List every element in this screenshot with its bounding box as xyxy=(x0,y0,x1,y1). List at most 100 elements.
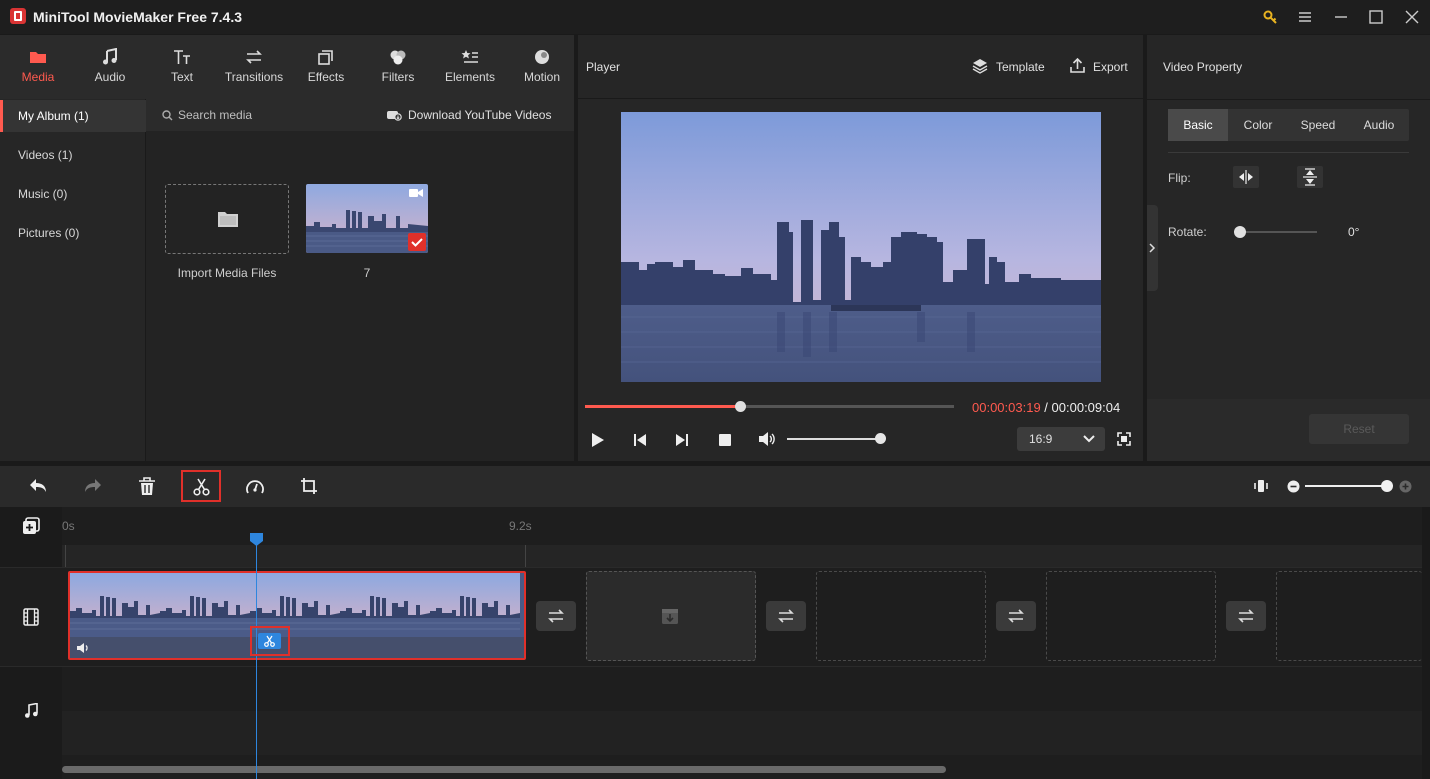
video-type-icon xyxy=(409,188,423,198)
export-button[interactable]: Export xyxy=(1093,60,1128,74)
timeline-toolbar xyxy=(0,466,1430,507)
app-logo-icon xyxy=(10,8,26,24)
redo-icon[interactable] xyxy=(83,477,103,495)
album-item-pictures[interactable]: Pictures (0) xyxy=(0,217,146,249)
music-note-icon xyxy=(103,48,117,65)
divider xyxy=(1147,99,1430,100)
tab-audio[interactable]: Audio xyxy=(74,35,146,99)
speed-icon[interactable] xyxy=(245,477,265,496)
effects-icon xyxy=(318,50,333,65)
time-ruler[interactable]: 0s 9.2s xyxy=(62,507,1422,545)
property-tab-audio[interactable]: Audio xyxy=(1349,109,1409,141)
volume-handle[interactable] xyxy=(875,433,886,444)
search-input[interactable]: Search media xyxy=(178,108,252,122)
playhead-handle[interactable] xyxy=(249,532,264,547)
rotate-slider[interactable] xyxy=(1234,226,1317,238)
property-tabs: Basic Color Speed Audio xyxy=(1168,109,1409,141)
category-tabs: Media Audio Text Transitions Effects Fil… xyxy=(0,35,574,99)
video-clip[interactable] xyxy=(68,571,526,660)
rotate-handle[interactable] xyxy=(1234,226,1246,238)
transition-button[interactable] xyxy=(766,601,806,631)
add-track-icon[interactable] xyxy=(22,517,40,535)
media-clip-label: 7 xyxy=(363,266,371,280)
aspect-ratio-select[interactable]: 16:9 xyxy=(1017,427,1105,451)
property-tab-basic[interactable]: Basic xyxy=(1168,109,1228,141)
elements-icon xyxy=(461,50,478,63)
transition-button[interactable] xyxy=(1226,601,1266,631)
empty-clip-slot[interactable] xyxy=(586,571,756,661)
collapse-panel-toggle[interactable] xyxy=(1147,205,1158,291)
reset-button[interactable]: Reset xyxy=(1309,414,1409,444)
flip-vertical-button[interactable] xyxy=(1297,166,1323,188)
app-title: MiniTool MovieMaker Free 7.4.3 xyxy=(33,9,243,25)
tab-effects[interactable]: Effects xyxy=(290,35,362,99)
import-media-button[interactable] xyxy=(165,184,289,254)
volume-icon[interactable] xyxy=(758,431,776,447)
fullscreen-icon[interactable] xyxy=(1117,432,1131,446)
album-item-my-album[interactable]: My Album (1) xyxy=(0,100,146,132)
tab-media[interactable]: Media xyxy=(2,35,74,99)
close-icon[interactable] xyxy=(1401,6,1423,28)
menu-icon[interactable] xyxy=(1294,6,1316,28)
zoom-in-icon[interactable] xyxy=(1399,480,1412,493)
tab-label: Media xyxy=(21,70,55,84)
album-item-videos[interactable]: Videos (1) xyxy=(0,139,146,171)
text-icon xyxy=(174,50,190,64)
zoom-slider[interactable] xyxy=(1305,480,1393,492)
zoom-handle[interactable] xyxy=(1381,480,1393,492)
template-button[interactable]: Template xyxy=(996,60,1045,74)
empty-clip-slot[interactable] xyxy=(1276,571,1422,661)
tab-transitions[interactable]: Transitions xyxy=(218,35,290,99)
divider xyxy=(1168,152,1409,153)
clip-start-marker xyxy=(65,545,66,567)
maximize-icon[interactable] xyxy=(1365,6,1387,28)
transition-button[interactable] xyxy=(996,601,1036,631)
tab-motion[interactable]: Motion xyxy=(506,35,578,99)
flip-horizontal-button[interactable] xyxy=(1233,166,1259,188)
property-tab-color[interactable]: Color xyxy=(1228,109,1288,141)
property-tab-speed[interactable]: Speed xyxy=(1288,109,1348,141)
clip-end-marker xyxy=(525,545,526,567)
download-youtube-button[interactable]: Download YouTube Videos xyxy=(408,108,551,122)
playback-progress-bar[interactable] xyxy=(585,401,954,412)
search-icon xyxy=(162,110,173,121)
clip-volume-icon[interactable] xyxy=(76,642,90,654)
swap-arrows-icon xyxy=(548,609,564,623)
split-marker-button[interactable] xyxy=(258,633,281,649)
empty-clip-slot[interactable] xyxy=(816,571,986,661)
crop-icon[interactable] xyxy=(300,477,318,495)
tab-label: Text xyxy=(170,70,193,84)
split-button[interactable] xyxy=(181,470,221,502)
horizontal-scrollbar[interactable] xyxy=(62,766,946,773)
property-title: Video Property xyxy=(1163,60,1243,74)
playback-progress-fill xyxy=(585,405,740,408)
volume-slider[interactable] xyxy=(787,433,886,444)
property-footer: Reset xyxy=(1147,399,1430,461)
zoom-fill xyxy=(1305,485,1387,487)
rotate-label: Rotate: xyxy=(1168,225,1207,239)
vertical-scrollbar[interactable] xyxy=(1422,507,1430,779)
transition-button[interactable] xyxy=(536,601,576,631)
playback-progress-handle[interactable] xyxy=(734,401,746,412)
media-library-panel: Media Audio Text Transitions Effects Fil… xyxy=(0,35,574,461)
minimize-icon[interactable] xyxy=(1330,6,1352,28)
stop-icon[interactable] xyxy=(718,433,732,447)
zoom-out-icon[interactable] xyxy=(1287,480,1300,493)
tab-text[interactable]: Text xyxy=(146,35,218,99)
key-icon[interactable] xyxy=(1260,6,1282,28)
fit-timeline-icon[interactable] xyxy=(1253,478,1269,494)
split-marker[interactable] xyxy=(250,626,290,656)
album-item-music[interactable]: Music (0) xyxy=(0,178,146,210)
next-frame-icon[interactable] xyxy=(675,433,689,447)
delete-icon[interactable] xyxy=(138,477,156,496)
undo-icon[interactable] xyxy=(28,477,48,495)
tab-label: Elements xyxy=(444,70,496,84)
flip-vertical-icon xyxy=(1303,168,1317,186)
media-clip-thumbnail[interactable] xyxy=(306,184,428,253)
tab-elements[interactable]: Elements xyxy=(434,35,506,99)
empty-clip-slot[interactable] xyxy=(1046,571,1216,661)
previous-frame-icon[interactable] xyxy=(633,433,647,447)
play-icon[interactable] xyxy=(591,432,605,448)
tab-filters[interactable]: Filters xyxy=(362,35,434,99)
added-check-icon xyxy=(408,233,426,251)
